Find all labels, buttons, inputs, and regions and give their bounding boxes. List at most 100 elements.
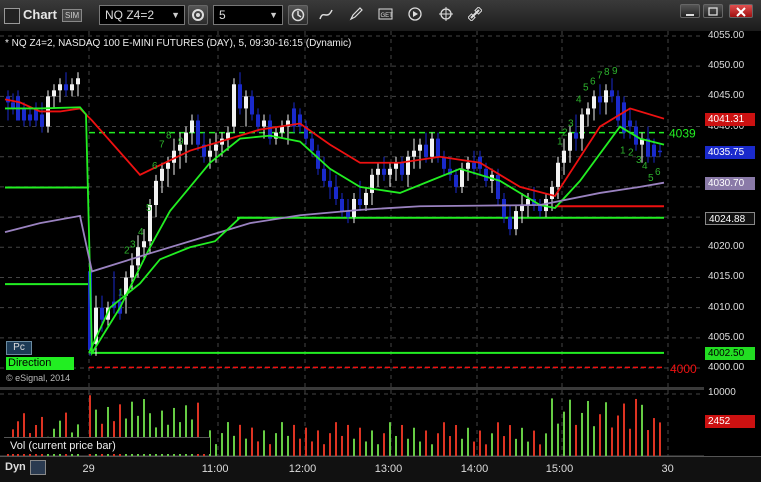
candle-body [598,96,602,103]
candle-body [184,132,188,145]
volume-bar [401,424,403,456]
symbol-input[interactable]: NQ Z4=2 ▼ [99,5,185,25]
candle-body [190,120,194,133]
volume-bar [659,422,661,456]
volume-bar [263,430,265,456]
price-chart-canvas[interactable]: 40394000123456789 1234567 8 91 23456 [0,31,704,387]
volume-bar [641,404,643,456]
window-title: Chart [23,7,57,22]
close-button[interactable] [729,4,753,18]
volume-bar [509,425,511,456]
candle-body [238,84,242,109]
time-template-button[interactable] [288,5,308,25]
volume-bar [257,441,259,456]
price-chart-pane[interactable]: 4039 4000 1 2 3 4 5 6 7 8 9 1 2 3 4 5 6 7 8 9 1 2 3 4 5 6 [0,31,704,387]
setup-count-label: 8 [166,131,172,142]
symbol-value: NQ Z4=2 [105,8,155,22]
candle-body [130,265,134,278]
volume-bar [539,444,541,456]
candle-body [376,168,380,175]
volume-study-label[interactable]: Vol (current price bar) [4,437,210,454]
sim-badge: SIM [62,9,83,22]
volume-bar [467,427,469,456]
volume-bar [503,436,505,456]
maximize-button[interactable] [703,4,723,18]
volume-bar [365,441,367,456]
candle-body [58,84,62,91]
play-button[interactable] [406,5,424,25]
volume-bar [251,427,253,456]
minimize-button[interactable] [680,4,700,18]
volume-bar [623,403,625,456]
candle-body [454,174,458,187]
dynamic-scroll-icon[interactable] [30,460,46,475]
time-axis-label: 12:00 [288,463,317,475]
time-axis-label: 29 [82,463,95,475]
candle-body [550,186,554,199]
chevron-down-icon: ▼ [269,10,278,20]
chart-header: * NQ Z4=2, NASDAQ 100 E-MINI FUTURES (DA… [5,38,352,49]
get-data-button[interactable]: GET [376,5,394,25]
price-scale-label: 4005.00 [708,331,745,343]
price-scale[interactable]: 4055.004050.004045.004040.004035.004030.… [704,30,761,456]
candle-body [64,84,68,91]
study-curve-icon [319,9,333,20]
dyn-label[interactable]: Dyn [5,461,26,473]
candle-body [11,102,15,109]
cursor-mode-button[interactable] [437,5,455,25]
setup-count-label: 1 [620,146,626,157]
candle-body [214,144,218,151]
candle-body [310,138,314,151]
volume-bar [239,424,241,456]
setup-count-label: 2 [628,148,634,159]
setup-count-label: 4 [642,161,648,172]
interval-select[interactable]: 5 ▼ [213,5,283,25]
volume-bar [449,436,451,456]
volume-bar [413,427,415,456]
time-axis-label: 30 [661,463,674,475]
price-scale-label: 4055.00 [708,30,745,41]
candle-body [430,138,434,157]
volume-bar [329,433,331,456]
price-scale-label: 4000.00 [708,362,745,373]
price-scale-label: 4020.00 [708,241,745,253]
chevron-down-icon: ▼ [171,10,180,20]
candle-body [586,108,590,115]
volume-bar [485,444,487,456]
candle-body [580,114,584,139]
candle-body [466,162,470,169]
candle-body [334,186,338,199]
price-scale-label: 4010.00 [708,301,745,313]
candle-body [604,90,608,103]
volume-bar [461,438,463,456]
volume-bar [563,411,565,456]
setup-count-label: 6 [590,76,596,87]
link-button[interactable] [466,5,484,25]
price-scale-label: 4015.00 [708,271,745,283]
time-axis-label: 15:00 [545,463,574,475]
draw-tool-button[interactable] [347,5,365,25]
volume-bar [527,441,529,456]
candle-body [592,96,596,109]
direction-label[interactable]: Direction [6,357,74,370]
volume-bar [605,402,607,456]
candle-body [370,174,374,193]
volume-bar [341,435,343,456]
volume-bar [647,430,649,456]
price-tag: 4030.70 [705,176,755,190]
volume-bar [371,430,373,456]
candle-body [382,168,386,175]
candle-body [556,162,560,187]
candle-body [526,198,530,206]
candle-body [424,144,428,157]
volume-bar [437,433,439,456]
volume-bar [497,422,499,456]
candle-body [76,78,80,85]
volume-bar [599,414,601,456]
pc-label[interactable]: Pc [6,341,32,355]
volume-bar [359,427,361,456]
candle-body [496,174,500,199]
time-axis[interactable]: Dyn 29 11:00 12:00 13:00 14:00 15:00 30 [0,456,761,482]
study-button[interactable] [317,5,335,25]
interval-settings-button[interactable] [188,5,208,25]
